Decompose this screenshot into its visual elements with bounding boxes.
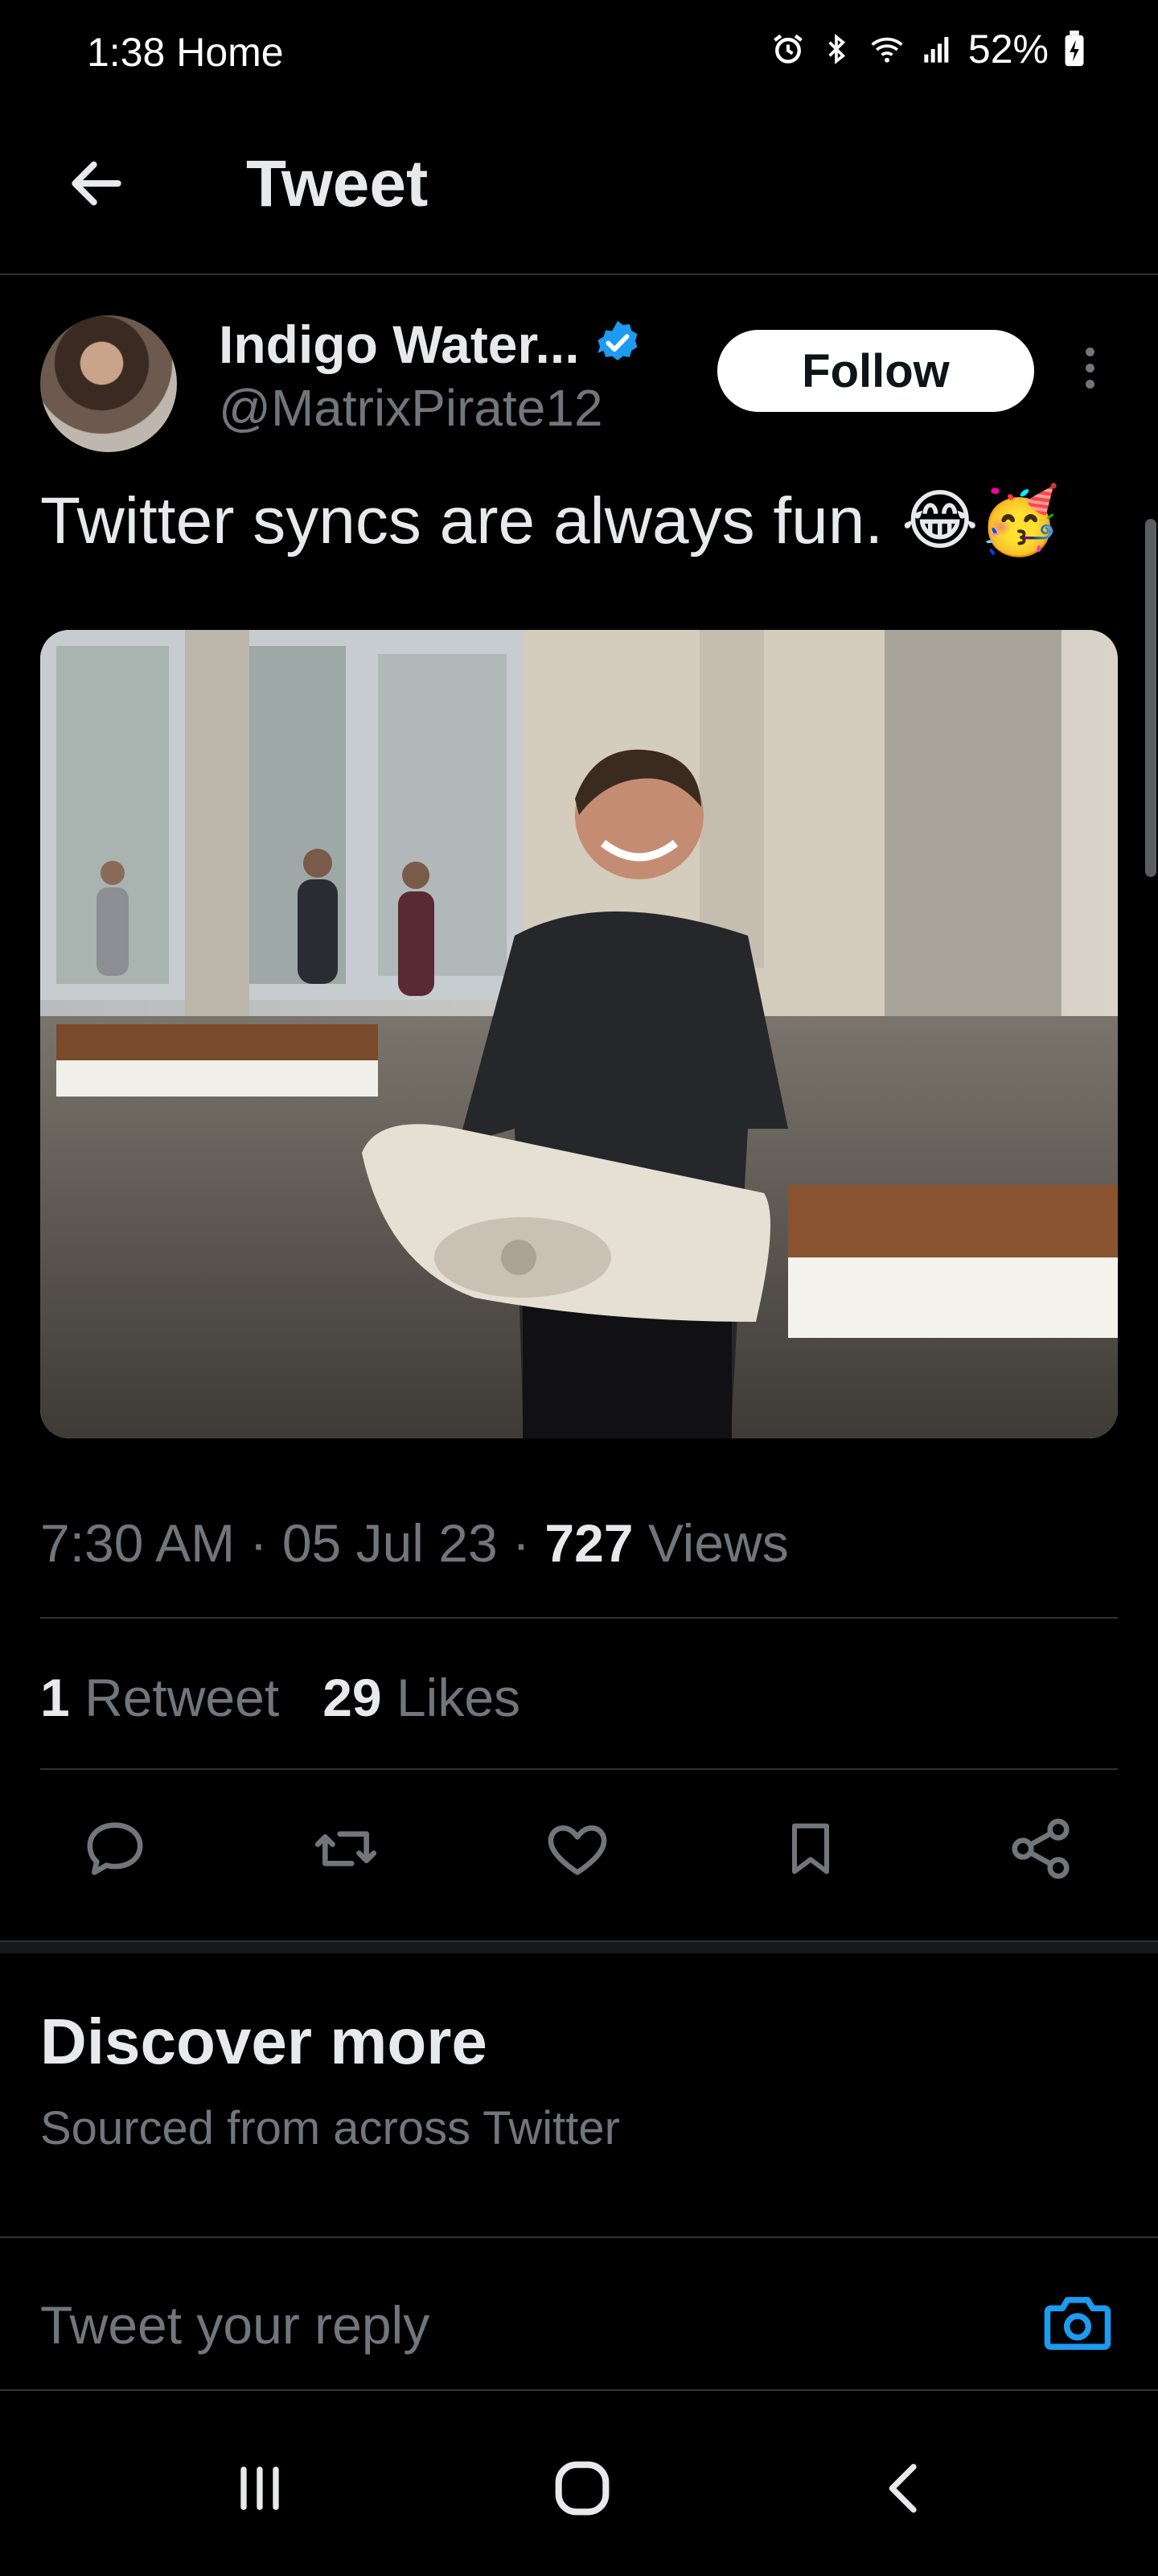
likes-label: Likes — [396, 1668, 521, 1727]
top-app-bar — [0, 105, 1158, 275]
divider — [40, 1768, 1118, 1770]
page-title: Tweet — [246, 147, 429, 220]
retweets-count: 1 — [40, 1668, 70, 1727]
follow-button[interactable]: Follow — [717, 330, 1034, 412]
discover-title: Discover more — [40, 2006, 487, 2077]
home-button[interactable] — [534, 2446, 630, 2534]
retweets-stat[interactable]: 1 Retweet — [40, 1667, 279, 1728]
views-count: 727 — [544, 1513, 634, 1573]
tweet-text: Twitter syncs are always fun. 😂🥳 — [40, 484, 1061, 558]
tweet-image[interactable] — [40, 630, 1118, 1438]
section-divider — [0, 1940, 1158, 1953]
recent-apps-icon — [228, 2456, 292, 2525]
share-icon — [1005, 1813, 1076, 1888]
tweet-time: 7:30 AM — [40, 1513, 236, 1573]
recent-apps-button[interactable] — [211, 2446, 308, 2534]
divider — [40, 1617, 1118, 1619]
like-button[interactable] — [537, 1810, 618, 1891]
meta-separator: · — [512, 1513, 531, 1573]
reply-button[interactable] — [75, 1810, 155, 1891]
author-name: Indigo Water... — [219, 315, 580, 374]
bookmark-button[interactable] — [770, 1810, 851, 1891]
tweet-date: 05 Jul 23 — [281, 1513, 498, 1573]
chevron-left-icon — [873, 2456, 938, 2525]
status-time: 1:38 Home — [87, 30, 284, 75]
verified-badge-icon — [593, 318, 643, 372]
tweet-stats: 1 Retweet 29 Likes — [40, 1667, 520, 1728]
likes-count: 29 — [322, 1668, 382, 1727]
tweet-meta: 7:30 AM · 05 Jul 23 · 727 Views — [40, 1512, 789, 1574]
bookmark-icon — [778, 1813, 843, 1888]
reply-input[interactable] — [40, 2289, 1005, 2361]
alarm-icon — [770, 31, 806, 67]
signal-icon — [922, 31, 954, 67]
wifi-icon — [867, 31, 907, 67]
author-handle[interactable]: @MatrixPirate12 — [219, 378, 603, 438]
scrollbar[interactable] — [1145, 519, 1156, 877]
battery-percent: 52% — [967, 27, 1049, 72]
meta-separator: · — [249, 1513, 268, 1573]
camera-button[interactable] — [1037, 2283, 1118, 2364]
discover-subtitle: Sourced from across Twitter — [40, 2102, 620, 2154]
back-button[interactable] — [56, 145, 137, 225]
bluetooth-icon — [820, 31, 852, 67]
likes-stat[interactable]: 29 Likes — [322, 1667, 520, 1728]
author-name-row[interactable]: Indigo Water... — [219, 314, 643, 375]
system-back-button[interactable] — [857, 2446, 954, 2534]
retweet-icon — [309, 1813, 383, 1888]
status-icons: 52% — [770, 26, 1086, 72]
arrow-left-icon — [64, 151, 129, 220]
retweet-button[interactable] — [306, 1810, 386, 1891]
share-button[interactable] — [1000, 1810, 1081, 1891]
more-options-icon[interactable] — [1070, 342, 1110, 402]
avatar[interactable] — [40, 315, 177, 452]
camera-icon — [1037, 2297, 1118, 2367]
home-icon — [547, 2453, 618, 2528]
reply-icon — [80, 1813, 150, 1888]
battery-charging-icon — [1063, 31, 1086, 68]
views-label: Views — [647, 1513, 789, 1573]
retweets-label: Retweet — [84, 1668, 280, 1727]
like-icon — [542, 1813, 613, 1888]
